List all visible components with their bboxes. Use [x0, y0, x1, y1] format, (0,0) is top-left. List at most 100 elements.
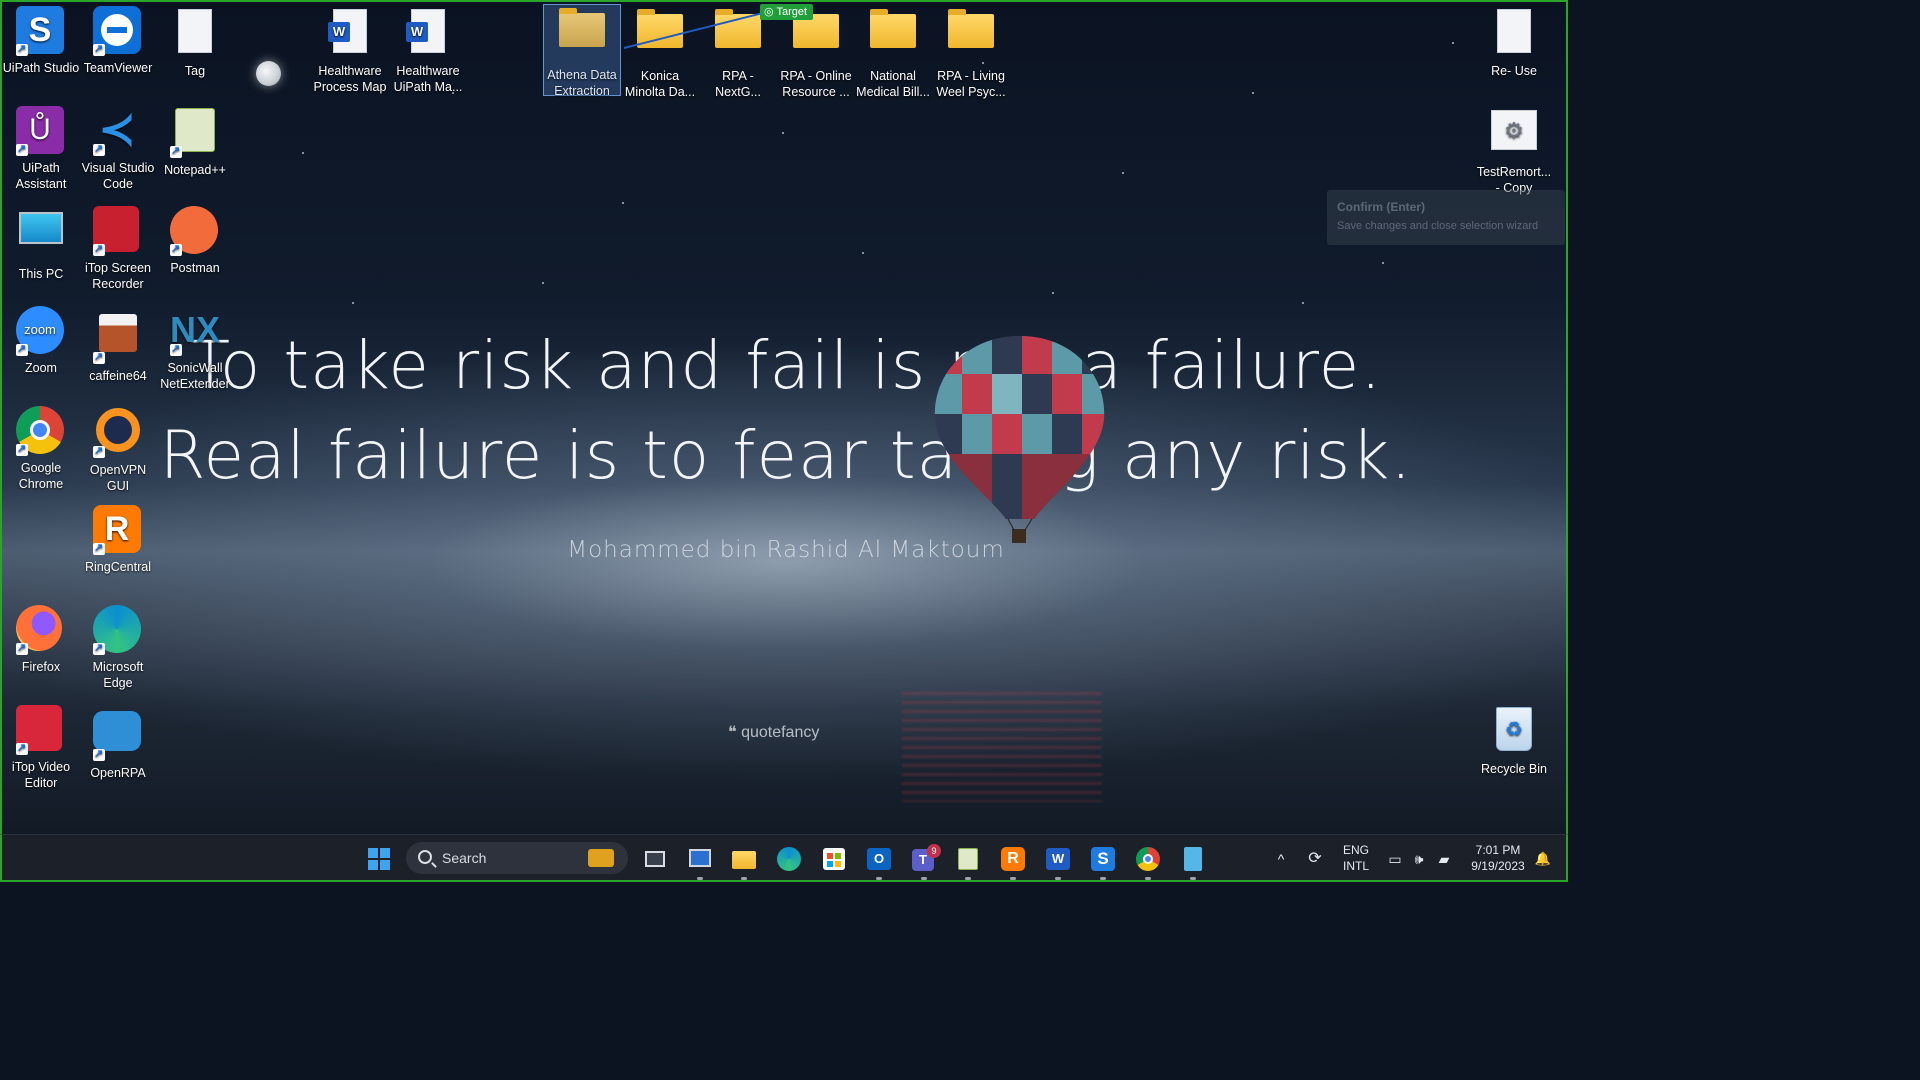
start-button[interactable]: [364, 844, 394, 874]
desktop-icon-zoom[interactable]: zoom Zoom: [2, 306, 80, 376]
clock[interactable]: 7:01 PM 9/19/2023: [1462, 842, 1534, 874]
desktop-icon-healthware-process-map[interactable]: W Healthware Process Map: [311, 6, 389, 95]
desktop-icon-recycle-bin[interactable]: ♻ Recycle Bin: [1475, 705, 1553, 777]
taskbar-chrome[interactable]: [1133, 844, 1163, 880]
icon-label: Google Chrome: [18, 461, 64, 491]
star: [1252, 92, 1254, 94]
clock-time: 7:01 PM: [1475, 843, 1521, 857]
language-label: ENG: [1342, 843, 1369, 857]
desktop-icon-vscode[interactable]: ≺ Visual Studio Code: [79, 106, 157, 192]
icon-label: Re- Use: [1491, 64, 1537, 78]
selection-wizard-tooltip: Confirm (Enter) Save changes and close s…: [1327, 190, 1565, 245]
taskbar-store[interactable]: [819, 844, 849, 874]
desktop-icon-itop-video-editor[interactable]: iTop Video Editor: [2, 705, 80, 791]
desktop-icon-openvpn[interactable]: OpenVPN GUI: [79, 406, 157, 494]
icon-label: iTop Screen Recorder: [84, 261, 151, 291]
desktop-icon-testremort-copy[interactable]: ⚙ TestRemort... - Copy: [1475, 106, 1553, 196]
icon-label: UiPath Studio: [2, 61, 80, 75]
desktop-icon-microsoft-edge[interactable]: Microsoft Edge: [79, 605, 157, 691]
desktop-icon-postman[interactable]: Postman: [156, 206, 234, 276]
icon-label: TeamViewer: [83, 61, 153, 75]
remote-desktop-icon: [689, 849, 711, 867]
folder-icon: [946, 9, 996, 64]
icon-label: Microsoft Edge: [92, 660, 144, 690]
target-badge[interactable]: ◎ Target: [760, 4, 814, 20]
icon-label: RingCentral: [84, 560, 151, 574]
icon-label: UiPath Assistant: [15, 161, 67, 191]
quote-line-2: Real failure is to fear taking any risk.: [159, 417, 1413, 494]
desktop-icon-google-chrome[interactable]: Google Chrome: [2, 406, 80, 492]
zoom-icon: zoom: [16, 306, 66, 357]
star: [782, 132, 784, 134]
openrpa-icon: [93, 711, 143, 762]
star: [542, 282, 544, 284]
show-hidden-icons-chevron[interactable]: ^: [1270, 844, 1292, 874]
icon-label: Recycle Bin: [1481, 762, 1547, 776]
desktop-icon-firefox[interactable]: Firefox: [2, 605, 80, 675]
recycle-bin-icon: ♻: [1489, 707, 1539, 757]
desktop-icon-rpa-living-weel[interactable]: RPA - Living Weel Psyc...: [932, 6, 1010, 100]
sync-icon[interactable]: ⟳: [1302, 844, 1328, 874]
windows-logo-icon: [368, 848, 390, 870]
postman-icon: [170, 206, 220, 257]
taskbar-notepadpp[interactable]: [953, 844, 983, 880]
taskbar-file-explorer[interactable]: [729, 844, 759, 880]
word-document-icon: W: [325, 9, 375, 59]
taskbar-remote-desktop[interactable]: [685, 844, 715, 880]
monitor-icon: [16, 212, 66, 262]
desktop-icon-itop-screen-recorder[interactable]: iTop Screen Recorder: [79, 206, 157, 292]
text-file-icon: [1489, 9, 1539, 59]
icon-label: Firefox: [21, 660, 61, 674]
star: [1302, 302, 1304, 304]
desktop-icon-uipath-studio[interactable]: S UiPath Studio: [2, 6, 80, 76]
video-editor-icon: [16, 705, 66, 756]
desktop-icon-ringcentral[interactable]: R RingCentral: [79, 505, 157, 575]
desktop-icon-re-use[interactable]: Re- Use: [1475, 6, 1553, 79]
star: [1452, 42, 1454, 44]
taskbar-teams[interactable]: T 9: [909, 844, 941, 880]
desktop-icon-caffeine64[interactable]: caffeine64: [79, 306, 157, 384]
notepadpp-icon: [170, 108, 220, 159]
desktop-icon-openrpa[interactable]: OpenRPA: [79, 705, 157, 781]
desktop-icon-national-medical-bill[interactable]: National Medical Bill...: [854, 6, 932, 100]
coffee-cup-icon: [93, 314, 143, 365]
desktop-icon-athena-data-extraction[interactable]: Athena Data Extraction: [543, 4, 621, 98]
microsoft-store-icon: [823, 848, 845, 870]
icon-label: OpenVPN GUI: [89, 463, 147, 493]
task-view-button[interactable]: [640, 844, 670, 874]
network-icon[interactable]: ▭: [1384, 844, 1406, 874]
task-view-icon: [645, 851, 665, 867]
icon-label: Postman: [170, 261, 220, 275]
desktop-icon-uipath-assistant[interactable]: Ů UiPath Assistant: [2, 106, 80, 192]
desktop-icon-healthware-uipath[interactable]: W Healthware UiPath Ma...: [389, 6, 467, 95]
language-indicator[interactable]: ENG INTL: [1336, 842, 1376, 874]
taskbar-ringcentral[interactable]: R: [998, 844, 1028, 880]
taskbar-outlook[interactable]: O: [864, 844, 894, 880]
clock-date: 9/19/2023: [1471, 859, 1525, 873]
notepadpp-icon: [958, 848, 978, 870]
battery-icon[interactable]: ▰: [1433, 844, 1455, 874]
word-document-icon: W: [403, 9, 453, 59]
desktop-icon-this-pc[interactable]: This PC: [2, 206, 80, 282]
desktop-icon-rpa-online-resource[interactable]: RPA - Online Resource ...: [777, 6, 855, 100]
uipath-studio-icon: S: [1091, 847, 1115, 871]
volume-icon[interactable]: 🕪: [1408, 844, 1430, 874]
desktop-icon-notepadpp[interactable]: Notepad++: [156, 106, 234, 178]
taskbar-uipath-studio[interactable]: S: [1088, 844, 1118, 880]
file-explorer-icon: [732, 851, 756, 869]
taskbar-search-box[interactable]: Search: [406, 842, 628, 874]
taskbar-word[interactable]: W: [1043, 844, 1073, 880]
icon-label: iTop Video Editor: [11, 760, 71, 790]
desktop-icon-tag[interactable]: Tag: [156, 6, 234, 79]
ringcentral-icon: R: [1001, 847, 1025, 871]
star: [302, 152, 304, 154]
tooltip-description: Save changes and close selection wizard: [1337, 220, 1539, 232]
desktop-icon-teamviewer[interactable]: TeamViewer: [79, 6, 157, 76]
search-label: Search: [442, 850, 487, 866]
taskbar-notepad[interactable]: [1178, 844, 1208, 880]
star: [1052, 292, 1054, 294]
taskbar-edge[interactable]: [774, 844, 804, 874]
screen-recorder-icon: [93, 206, 143, 257]
desktop-icon-sonicwall[interactable]: NX SonicWall NetExtender: [156, 306, 234, 392]
notifications-icon[interactable]: 🔔: [1534, 844, 1552, 874]
